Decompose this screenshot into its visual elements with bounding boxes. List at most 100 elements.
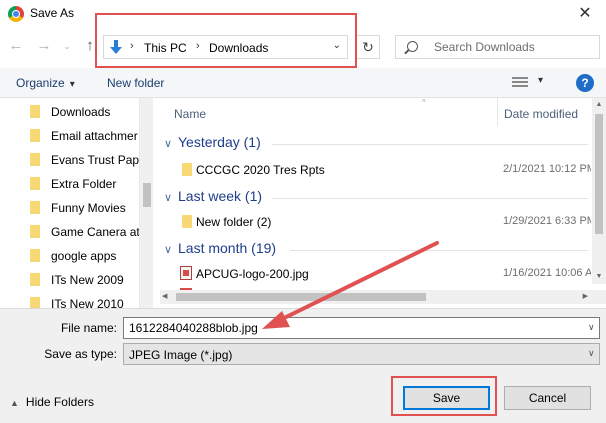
sort-indicator-icon: ^ — [422, 98, 426, 107]
navpane-item-downloads[interactable]: Downloads — [30, 100, 145, 124]
organize-button[interactable]: Organize — [16, 76, 75, 90]
horizontal-scroll-thumb[interactable] — [176, 293, 426, 301]
breadcrumb-downloads[interactable]: Downloads — [209, 41, 268, 55]
group-label: Last week (1) — [178, 188, 263, 204]
file-row[interactable]: APCUG-logo-200.jpg 1/16/2021 10:06 AM — [160, 262, 592, 286]
folder-icon — [182, 215, 192, 228]
title-bar: Save As ✕ — [0, 0, 606, 28]
navpane-item-its-new-2010[interactable]: ITs New 2010 — [30, 292, 145, 308]
file-row[interactable]: New folder (2) 1/29/2021 6:33 PM — [160, 210, 592, 234]
group-divider — [272, 198, 588, 199]
folder-icon — [30, 105, 40, 118]
navpane-item-label: Downloads — [51, 105, 111, 119]
file-date: 1/16/2021 10:06 AM — [503, 267, 591, 279]
navpane-item-its-new-2009[interactable]: ITs New 2009 — [30, 268, 145, 292]
navigation-pane: Downloads Email attachmer Evans Trust Pa… — [0, 98, 153, 308]
navpane-item-game-camera[interactable]: Game Canera at — [30, 220, 145, 244]
scroll-right-icon[interactable]: ▶ — [583, 290, 588, 304]
navpane-item-label: Funny Movies — [51, 201, 126, 215]
navigation-row: ← → ⌄ ↑ › This PC › Downloads ⌄ ↻ — [0, 28, 606, 68]
scroll-up-icon[interactable]: ▲ — [592, 98, 606, 112]
navpane-item-label: ITs New 2009 — [51, 273, 124, 287]
collapse-chevron-icon: ∨ — [164, 138, 173, 150]
close-button[interactable]: ✕ — [568, 0, 602, 28]
new-folder-button[interactable]: New folder — [107, 76, 164, 90]
command-toolbar: Organize New folder ▾ ? — [0, 68, 606, 98]
address-bar[interactable]: › This PC › Downloads ⌄ — [103, 35, 348, 59]
file-list-horizontal-scrollbar[interactable]: ◀ ▶ — [160, 290, 606, 304]
address-dropdown-icon[interactable]: ⌄ — [333, 40, 341, 51]
file-name: CCCGC 2020 Tres Rpts — [196, 163, 325, 177]
save-as-type-dropdown-icon[interactable]: ∨ — [588, 348, 595, 359]
navpane-scrollbar[interactable] — [139, 98, 153, 308]
scroll-down-icon[interactable]: ▼ — [592, 270, 606, 284]
folder-icon — [30, 249, 40, 262]
breadcrumb-separator[interactable]: › — [130, 40, 134, 52]
back-button[interactable]: ← — [6, 36, 26, 56]
column-header-date-modified[interactable]: Date modified — [497, 98, 597, 126]
search-box[interactable] — [395, 35, 600, 59]
search-icon — [407, 41, 418, 52]
file-list: ^ Name Date modified ∨ Yesterday (1) CCCG… — [160, 98, 606, 308]
save-button[interactable]: Save — [403, 386, 490, 410]
forward-button[interactable]: → — [34, 36, 54, 56]
collapse-chevron-icon: ∨ — [164, 244, 173, 256]
column-header-name[interactable]: Name — [174, 98, 206, 126]
save-form: File name: ∨ Save as type: JPEG Image (*… — [0, 308, 606, 423]
recent-locations-button[interactable]: ⌄ — [60, 36, 74, 56]
file-date: 2/1/2021 10:12 PM — [503, 163, 591, 175]
file-date: 1/29/2021 6:33 PM — [503, 215, 591, 227]
navpane-item-label: Extra Folder — [51, 177, 117, 191]
file-name-label: File name: — [60, 321, 117, 335]
navpane-item-extra-folder[interactable]: Extra Folder — [30, 172, 145, 196]
scroll-left-icon[interactable]: ◀ — [162, 290, 167, 304]
folder-icon — [30, 201, 40, 214]
download-arrow-icon — [108, 39, 124, 55]
chrome-icon — [8, 6, 24, 22]
group-header-last-week[interactable]: ∨ Last week (1) — [164, 188, 262, 204]
save-as-type-value: JPEG Image (*.jpg) — [129, 348, 233, 362]
file-list-vertical-scrollbar[interactable]: ▲ ▼ — [592, 98, 606, 284]
breadcrumb-this-pc[interactable]: This PC — [144, 41, 187, 55]
file-name: New folder (2) — [196, 215, 272, 229]
folder-icon — [30, 177, 40, 190]
view-options-icon[interactable] — [512, 77, 528, 89]
navpane-item-label: Game Canera at — [51, 225, 140, 239]
navpane-item-label: ITs New 2010 — [51, 297, 124, 308]
group-header-last-month[interactable]: ∨ Last month (19) — [164, 240, 276, 256]
group-label: Last month (19) — [178, 240, 277, 256]
hide-folders-toggle[interactable]: ▲ Hide Folders — [10, 395, 94, 409]
caret-up-icon: ▲ — [10, 398, 19, 408]
file-name-input[interactable] — [123, 317, 600, 339]
navpane-item-evans-trust[interactable]: Evans Trust Pape — [30, 148, 145, 172]
navpane-item-label: Evans Trust Pape — [51, 153, 145, 167]
save-as-type-select[interactable]: JPEG Image (*.jpg) — [123, 343, 600, 365]
group-header-yesterday[interactable]: ∨ Yesterday (1) — [164, 134, 261, 150]
breadcrumb-separator[interactable]: › — [196, 40, 200, 52]
navpane-item-funny-movies[interactable]: Funny Movies — [30, 196, 145, 220]
folder-icon — [30, 129, 40, 142]
search-input[interactable] — [434, 40, 594, 54]
window-title: Save As — [30, 6, 75, 20]
navpane-item-label: Email attachmer — [51, 129, 138, 143]
group-divider — [290, 250, 588, 251]
jpg-file-icon — [180, 266, 192, 280]
navpane-item-email-attachments[interactable]: Email attachmer — [30, 124, 145, 148]
help-icon[interactable]: ? — [576, 74, 594, 92]
group-label: Yesterday (1) — [178, 134, 261, 150]
vertical-scroll-thumb[interactable] — [595, 114, 603, 234]
navpane-item-google-apps[interactable]: google apps — [30, 244, 145, 268]
refresh-button[interactable]: ↻ — [356, 35, 380, 59]
collapse-chevron-icon: ∨ — [164, 192, 173, 204]
file-name-dropdown-icon[interactable]: ∨ — [588, 322, 595, 333]
view-dropdown-icon[interactable]: ▾ — [538, 75, 543, 86]
file-row[interactable]: CCCGC 2020 Tres Rpts 2/1/2021 10:12 PM — [160, 158, 592, 182]
up-button[interactable]: ↑ — [80, 36, 100, 56]
folder-icon — [182, 163, 192, 176]
folder-icon — [30, 297, 40, 308]
hide-folders-label: Hide Folders — [25, 395, 94, 409]
folder-icon — [30, 273, 40, 286]
file-name: APCUG-logo-200.jpg — [196, 267, 309, 281]
cancel-button[interactable]: Cancel — [504, 386, 591, 410]
navpane-scroll-thumb[interactable] — [143, 183, 151, 207]
